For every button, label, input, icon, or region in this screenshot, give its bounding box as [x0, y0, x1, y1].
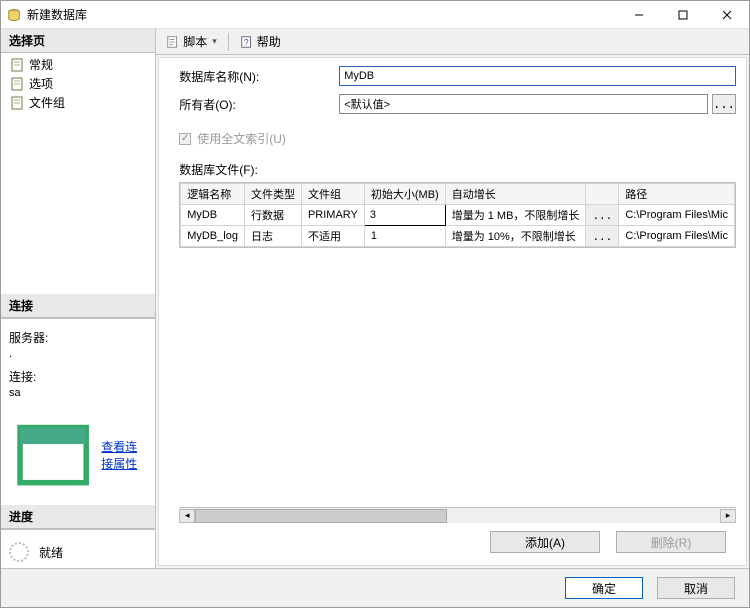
- scroll-track[interactable]: [195, 509, 720, 523]
- fulltext-row: ✓ 使用全文索引(U): [179, 130, 736, 147]
- page-icon: [9, 95, 25, 111]
- owner-input[interactable]: [339, 94, 708, 114]
- cell-ftype[interactable]: 行数据: [244, 205, 301, 226]
- cell-fgroup[interactable]: 不适用: [301, 226, 364, 247]
- files-grid[interactable]: 逻辑名称 文件类型 文件组 初始大小(MB) 自动增长 路径 MyDB 行数据: [179, 182, 736, 248]
- cell-name[interactable]: MyDB_log: [181, 226, 245, 247]
- minimize-button[interactable]: [617, 1, 661, 29]
- spinner-icon: [9, 542, 29, 562]
- close-button[interactable]: [705, 1, 749, 29]
- col-fgroup[interactable]: 文件组: [301, 184, 364, 205]
- footer: 确定 取消: [1, 569, 749, 607]
- progress-section: 就绪: [1, 529, 155, 568]
- nav-label: 常规: [29, 56, 53, 73]
- grid-row[interactable]: MyDB 行数据 PRIMARY 3 增量为 1 MB，不限制增长 ... C:…: [181, 205, 735, 226]
- scroll-right-button[interactable]: ▸: [720, 509, 736, 523]
- progress-header: 进度: [1, 505, 155, 529]
- cell-size[interactable]: 1: [364, 226, 445, 247]
- scroll-left-button[interactable]: ◂: [179, 509, 195, 523]
- cell-size[interactable]: 3: [364, 205, 445, 226]
- toolbar-label: 脚本: [183, 33, 207, 50]
- server-label: 服务器:: [9, 329, 147, 346]
- link-text: 查看连接属性: [101, 438, 147, 472]
- cell-name[interactable]: MyDB: [181, 205, 245, 226]
- grow-browse-button[interactable]: ...: [586, 205, 619, 226]
- page-icon: [9, 76, 25, 92]
- connection-header: 连接: [1, 294, 155, 318]
- cell-fgroup[interactable]: PRIMARY: [301, 205, 364, 226]
- cancel-button[interactable]: 取消: [657, 577, 735, 599]
- script-button[interactable]: 脚本 ▾: [162, 31, 221, 52]
- nav-item-options[interactable]: 选项: [7, 74, 149, 93]
- toolbar-divider: [228, 33, 229, 51]
- window-buttons: [617, 1, 749, 29]
- col-ftype[interactable]: 文件类型: [244, 184, 301, 205]
- fulltext-checkbox: ✓: [179, 133, 191, 145]
- db-name-input[interactable]: [339, 66, 736, 86]
- db-name-row: 数据库名称(N):: [179, 66, 736, 86]
- cell-grow[interactable]: 增量为 1 MB，不限制增长: [445, 205, 586, 226]
- cell-ftype[interactable]: 日志: [244, 226, 301, 247]
- grow-browse-button[interactable]: ...: [586, 226, 619, 247]
- conn-value: sa: [9, 387, 147, 399]
- toolbar-label: 帮助: [257, 33, 281, 50]
- right-panel: 脚本 ▾ ? 帮助 数据库名称(N): 所有者(O): ...: [156, 29, 749, 568]
- horizontal-scrollbar[interactable]: ◂ ▸: [179, 507, 736, 523]
- col-name[interactable]: 逻辑名称: [181, 184, 245, 205]
- help-icon: ?: [240, 35, 254, 49]
- grid-header-row: 逻辑名称 文件类型 文件组 初始大小(MB) 自动增长 路径: [181, 184, 735, 205]
- cell-path[interactable]: C:\Program Files\Mic: [619, 205, 735, 226]
- progress-state: 就绪: [39, 544, 63, 561]
- remove-button: 删除(R): [616, 531, 726, 553]
- col-path[interactable]: 路径: [619, 184, 735, 205]
- grid-row[interactable]: MyDB_log 日志 不适用 1 增量为 10%，不限制增长 ... C:\P…: [181, 226, 735, 247]
- grid-action-row: 添加(A) 删除(R): [179, 523, 736, 561]
- connection-section: 服务器: . 连接: sa 查看连接属性: [1, 318, 155, 505]
- form-area: 数据库名称(N): 所有者(O): ... ✓ 使用全文索引(U) 数据库文件(…: [158, 57, 747, 566]
- left-panel: 选择页 常规 选项 文件组 连接 服务器: .: [1, 29, 156, 568]
- cell-path[interactable]: C:\Program Files\Mic: [619, 226, 735, 247]
- help-button[interactable]: ? 帮助: [236, 31, 285, 52]
- server-value: .: [9, 348, 147, 360]
- col-grow[interactable]: 自动增长: [445, 184, 586, 205]
- add-button[interactable]: 添加(A): [490, 531, 600, 553]
- nav-item-general[interactable]: 常规: [7, 55, 149, 74]
- files-label: 数据库文件(F):: [179, 161, 736, 178]
- db-name-label: 数据库名称(N):: [179, 68, 339, 85]
- ok-button[interactable]: 确定: [565, 577, 643, 599]
- scroll-thumb[interactable]: [195, 509, 447, 523]
- col-size[interactable]: 初始大小(MB): [364, 184, 445, 205]
- database-icon: [7, 8, 21, 22]
- body: 选择页 常规 选项 文件组 连接 服务器: .: [1, 29, 749, 569]
- owner-row: 所有者(O): ...: [179, 94, 736, 114]
- titlebar: 新建数据库: [1, 1, 749, 29]
- nav-item-filegroups[interactable]: 文件组: [7, 93, 149, 112]
- owner-browse-button[interactable]: ...: [712, 94, 736, 114]
- cell-grow[interactable]: 增量为 10%，不限制增长: [445, 226, 586, 247]
- maximize-button[interactable]: [661, 1, 705, 29]
- conn-label: 连接:: [9, 368, 147, 385]
- toolbar: 脚本 ▾ ? 帮助: [156, 29, 749, 55]
- svg-text:?: ?: [243, 37, 248, 47]
- script-icon: [166, 35, 180, 49]
- page-icon: [9, 57, 25, 73]
- chevron-down-icon: ▾: [212, 36, 217, 47]
- properties-icon: [9, 411, 97, 499]
- owner-label: 所有者(O):: [179, 96, 339, 113]
- fulltext-label: 使用全文索引(U): [197, 130, 286, 147]
- window-title: 新建数据库: [27, 6, 617, 23]
- select-page-header: 选择页: [1, 29, 155, 53]
- nav-label: 文件组: [29, 94, 65, 111]
- nav-list: 常规 选项 文件组: [1, 53, 155, 114]
- window: 新建数据库 选择页 常规 选项 文件组: [0, 0, 750, 608]
- view-connection-properties-link[interactable]: 查看连接属性: [9, 411, 147, 499]
- nav-label: 选项: [29, 75, 53, 92]
